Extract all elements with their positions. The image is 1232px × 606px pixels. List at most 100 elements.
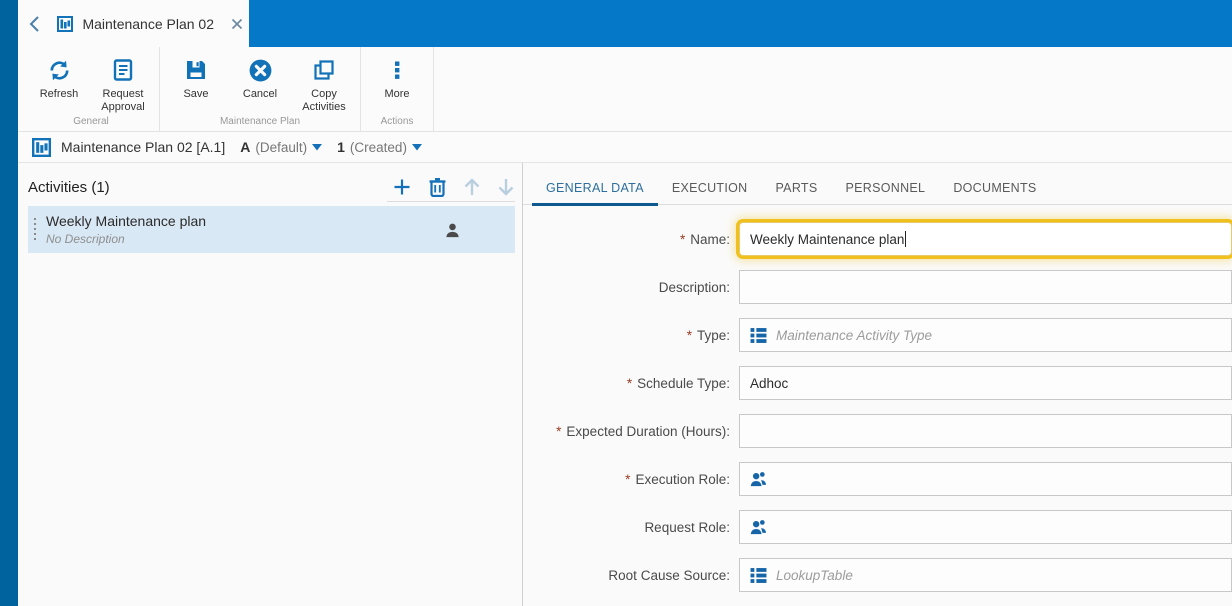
tab-execution[interactable]: EXECUTION: [658, 174, 762, 204]
form-row-root-cause-source: Root Cause Source: LookupTable: [523, 558, 1232, 592]
trash-icon: [429, 178, 446, 197]
refresh-icon: [47, 56, 72, 84]
toolbar-group-label: General: [73, 116, 109, 128]
required-mark: *: [686, 327, 692, 343]
tab-documents[interactable]: DOCUMENTS: [939, 174, 1050, 204]
form-row-type: * Type: Maintenance Activity Type: [523, 318, 1232, 352]
activities-panel: Activities (1) Weekly Maintenance plan N…: [18, 163, 522, 606]
tab-close-button[interactable]: [231, 18, 243, 30]
version-value: A: [240, 139, 251, 155]
toolbar-button-label: Save: [183, 88, 209, 100]
detail-panel: GENERAL DATA EXECUTION PARTS PERSONNEL D…: [523, 163, 1232, 606]
top-header-bar: Maintenance Plan 02: [18, 0, 1232, 47]
activity-title: Weekly Maintenance plan: [46, 213, 207, 229]
toolbar-group-label: Maintenance Plan: [219, 116, 301, 128]
arrow-down-icon: [498, 179, 514, 196]
delete-activity-button[interactable]: [428, 177, 447, 197]
document-tabstrip: Maintenance Plan 02: [18, 0, 249, 47]
request-role-input[interactable]: [739, 510, 1232, 544]
list-icon: [750, 327, 767, 344]
form-row-execution-role: * Execution Role:: [523, 462, 1232, 496]
more-icon: [385, 56, 409, 84]
field-label: Description:: [658, 279, 730, 295]
version-dropdown[interactable]: A (Default): [240, 139, 323, 155]
app-window: Maintenance Plan 02 Refresh Request Appr…: [0, 0, 1232, 606]
arrow-up-icon: [464, 178, 480, 195]
toolbar-group-general: Refresh Request Approval General: [23, 47, 160, 131]
tab-parts[interactable]: PARTS: [761, 174, 831, 204]
detail-tabs: GENERAL DATA EXECUTION PARTS PERSONNEL D…: [523, 174, 1232, 206]
description-input[interactable]: [739, 270, 1232, 304]
save-button[interactable]: Save: [164, 53, 228, 113]
toolbar-button-label: Refresh: [39, 88, 79, 100]
add-activity-button[interactable]: [392, 177, 412, 197]
schedule-type-input[interactable]: Adhoc: [739, 366, 1232, 400]
toolbar-button-label: Request Approval: [101, 88, 145, 113]
chevron-down-icon: [312, 143, 323, 150]
request-approval-icon: [111, 56, 135, 84]
root-cause-source-placeholder: LookupTable: [776, 567, 853, 583]
field-label: * Expected Duration (Hours):: [556, 423, 730, 439]
execution-role-input[interactable]: [739, 462, 1232, 496]
field-label: Request Role:: [644, 519, 730, 535]
schedule-type-value: Adhoc: [750, 375, 789, 391]
move-up-button[interactable]: [463, 177, 481, 197]
back-button[interactable]: [18, 15, 51, 33]
required-mark: *: [679, 231, 686, 247]
people-icon: [750, 519, 767, 535]
activities-toolbar: [392, 177, 515, 197]
copy-icon: [312, 56, 336, 84]
required-mark: *: [556, 423, 562, 439]
document-tab-title: Maintenance Plan 02: [82, 15, 214, 32]
left-navigation-rail: [0, 0, 18, 606]
breadcrumb-title: Maintenance Plan 02 [A.1]: [61, 139, 226, 155]
required-mark: *: [625, 471, 631, 487]
activity-description: No Description: [46, 232, 125, 246]
document-tab[interactable]: Maintenance Plan 02: [51, 0, 249, 47]
field-label: * Type:: [686, 327, 730, 343]
content-area: Activities (1) Weekly Maintenance plan N…: [18, 163, 1232, 606]
tab-general-data[interactable]: GENERAL DATA: [532, 174, 658, 206]
general-data-form: * Name: Weekly Maintenance plan Descripti…: [523, 222, 1232, 592]
revision-value: 1: [337, 139, 345, 155]
toolbar-button-label: More: [384, 88, 410, 100]
cancel-icon: [248, 56, 273, 84]
breadcrumb: Maintenance Plan 02 [A.1] A (Default) 1 …: [18, 132, 1232, 163]
person-icon: [444, 222, 461, 238]
plus-icon: [394, 179, 410, 195]
chevron-left-icon: [29, 15, 39, 32]
request-approval-button[interactable]: Request Approval: [91, 53, 155, 113]
form-row-description: Description:: [523, 270, 1232, 304]
revision-dropdown[interactable]: 1 (Created): [337, 139, 422, 155]
form-row-name: * Name: Weekly Maintenance plan: [523, 222, 1232, 256]
form-row-schedule-type: * Schedule Type: Adhoc: [523, 366, 1232, 400]
field-label: Root Cause Source:: [608, 567, 730, 583]
expected-duration-input[interactable]: [739, 414, 1232, 448]
field-label: * Name:: [679, 231, 730, 247]
required-mark: *: [626, 375, 633, 391]
toolbar-group-maintenance-plan: Save Cancel Copy Activities Maintenance …: [160, 47, 361, 131]
type-input[interactable]: Maintenance Activity Type: [739, 318, 1232, 352]
refresh-button[interactable]: Refresh: [27, 53, 91, 113]
name-input[interactable]: Weekly Maintenance plan: [739, 222, 1232, 256]
field-label: * Execution Role:: [625, 471, 730, 487]
chevron-down-icon: [411, 143, 422, 150]
activities-toolbar-divider: [387, 201, 515, 202]
tab-personnel[interactable]: PERSONNEL: [832, 174, 940, 204]
toolbar-group-actions: More Actions: [361, 47, 434, 131]
save-icon: [184, 56, 208, 84]
cancel-button[interactable]: Cancel: [228, 53, 292, 113]
toolbar-button-label: Cancel: [242, 88, 278, 100]
activity-list-item[interactable]: Weekly Maintenance plan No Description: [28, 206, 515, 253]
toolbar-button-label: Copy Activities: [302, 88, 346, 113]
maintenance-plan-icon: [32, 137, 51, 157]
move-down-button[interactable]: [497, 177, 515, 197]
root-cause-source-input[interactable]: LookupTable: [739, 558, 1232, 592]
text-caret: [905, 231, 907, 247]
more-button[interactable]: More: [365, 53, 429, 113]
drag-handle[interactable]: [28, 206, 42, 253]
people-icon: [750, 471, 767, 487]
copy-activities-button[interactable]: Copy Activities: [292, 53, 356, 113]
version-status: (Default): [255, 139, 308, 155]
form-row-request-role: Request Role:: [523, 510, 1232, 544]
